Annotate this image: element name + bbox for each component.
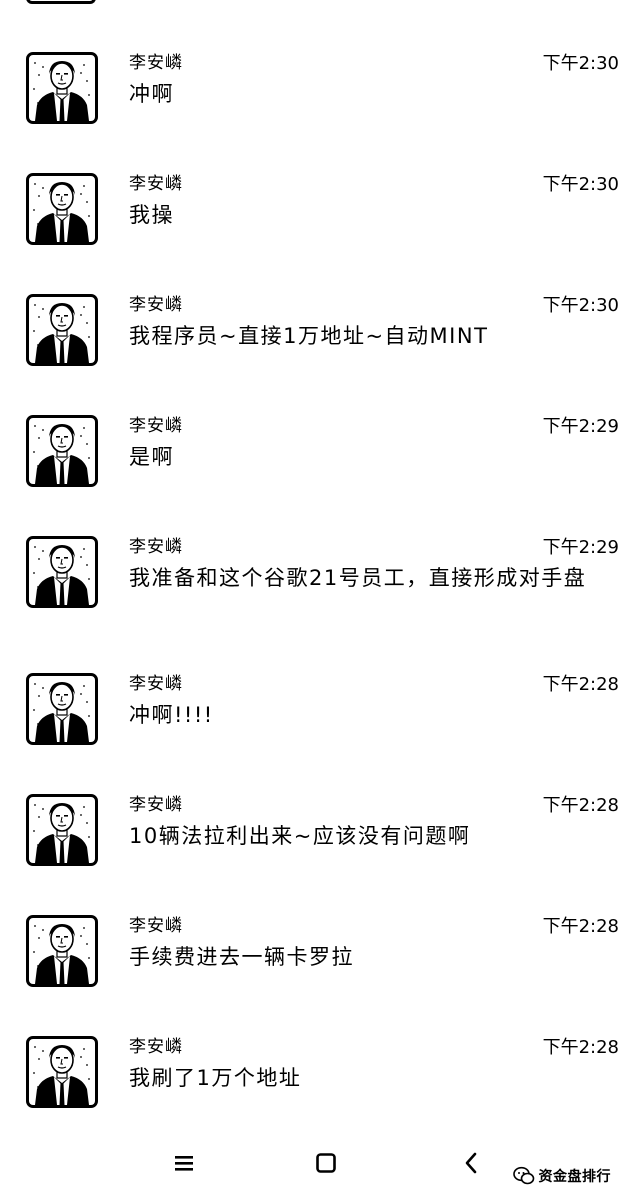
sender-name: 李安嶙 bbox=[129, 416, 183, 436]
message-time: 下午2:28 bbox=[542, 916, 619, 937]
watermark: 资金盘排行 bbox=[512, 1164, 612, 1188]
sender-name: 李安嶙 bbox=[129, 674, 183, 694]
home-button[interactable] bbox=[311, 1148, 341, 1178]
message-time: 下午2:30 bbox=[542, 53, 619, 74]
sender-avatar[interactable] bbox=[26, 173, 98, 245]
partial-avatar-cutoff bbox=[26, 0, 96, 4]
watermark-text: 资金盘排行 bbox=[538, 1169, 611, 1185]
sender-name: 李安嶙 bbox=[129, 174, 183, 194]
message-text: 我操 bbox=[129, 203, 174, 227]
chat-message-list[interactable]: 李安嶙 下午2:30 冲啊 李安嶙 下午2:30 我操 李安嶙 下午2:30 我… bbox=[0, 0, 623, 1130]
message-time: 下午2:30 bbox=[542, 174, 619, 195]
portrait-icon bbox=[33, 1045, 90, 1105]
menu-button[interactable] bbox=[169, 1148, 199, 1178]
portrait-icon bbox=[33, 924, 90, 984]
system-navigation-bar: 资金盘排行 bbox=[0, 1130, 623, 1200]
portrait-icon bbox=[33, 424, 90, 484]
message-text: 手续费进去一辆卡罗拉 bbox=[129, 945, 354, 969]
message-text: 我准备和这个谷歌21号员工，直接形成对手盘 bbox=[129, 566, 587, 590]
sender-avatar[interactable] bbox=[26, 294, 98, 366]
portrait-icon bbox=[33, 182, 90, 242]
sender-avatar[interactable] bbox=[26, 1036, 98, 1108]
sender-name: 李安嶙 bbox=[129, 1037, 183, 1057]
sender-name: 李安嶙 bbox=[129, 53, 183, 73]
message-time: 下午2:28 bbox=[542, 674, 619, 695]
portrait-icon bbox=[33, 61, 90, 121]
portrait-icon bbox=[33, 682, 90, 742]
menu-icon bbox=[175, 1156, 193, 1171]
message-time: 下午2:28 bbox=[542, 1037, 619, 1058]
sender-avatar[interactable] bbox=[26, 415, 98, 487]
message-text: 是啊 bbox=[129, 445, 174, 469]
sender-name: 李安嶙 bbox=[129, 537, 183, 557]
square-home-icon bbox=[316, 1153, 336, 1173]
portrait-icon bbox=[33, 303, 90, 363]
message-time: 下午2:28 bbox=[542, 795, 619, 816]
sender-avatar[interactable] bbox=[26, 52, 98, 124]
message-text: 10辆法拉利出来~应该没有问题啊 bbox=[129, 824, 471, 848]
sender-avatar[interactable] bbox=[26, 915, 98, 987]
chevron-left-back-icon bbox=[465, 1152, 477, 1174]
message-time: 下午2:29 bbox=[542, 537, 619, 558]
message-text: 冲啊 bbox=[129, 82, 174, 106]
portrait-icon bbox=[33, 545, 90, 605]
sender-name: 李安嶙 bbox=[129, 295, 183, 315]
message-time: 下午2:29 bbox=[542, 416, 619, 437]
message-time: 下午2:30 bbox=[542, 295, 619, 316]
wechat-icon bbox=[512, 1166, 534, 1185]
back-button[interactable] bbox=[457, 1148, 487, 1178]
sender-avatar[interactable] bbox=[26, 673, 98, 745]
portrait-icon bbox=[33, 803, 90, 863]
sender-avatar[interactable] bbox=[26, 794, 98, 866]
sender-avatar[interactable] bbox=[26, 536, 98, 608]
message-text: 我程序员~直接1万地址~自动MINT bbox=[129, 324, 489, 348]
message-text: 冲啊!!!! bbox=[129, 703, 214, 727]
sender-name: 李安嶙 bbox=[129, 916, 183, 936]
message-text: 我刷了1万个地址 bbox=[129, 1066, 302, 1090]
sender-name: 李安嶙 bbox=[129, 795, 183, 815]
